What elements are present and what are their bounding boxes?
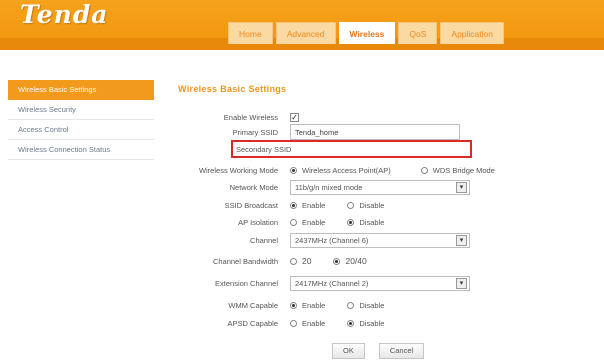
page-title: Wireless Basic Settings [178, 84, 287, 94]
radio-ap-mode-label: Wireless Access Point(AP) [302, 165, 391, 175]
network-mode-value: 11b/g/n mixed mode [295, 182, 363, 192]
radio-label: Enable [302, 200, 326, 210]
enable-wireless-checkbox[interactable]: ✓ [290, 112, 299, 122]
radio-label: Disable [359, 200, 385, 210]
channel-label: Channel [250, 235, 278, 245]
radio-unselected-icon [290, 218, 297, 226]
sidebar-item-access-control[interactable]: Access Control [8, 120, 154, 140]
radio-label: Disable [359, 217, 385, 227]
channel-bandwidth-label: Channel Bandwidth [212, 256, 278, 266]
ap-isolation-label: AP Isolation [238, 217, 278, 227]
row-secondary-ssid: Secondary SSID [160, 140, 458, 158]
radio-unselected-icon [347, 301, 355, 309]
row-ap-isolation: AP Isolation Enable Disable [160, 213, 406, 231]
radio-selected-icon [290, 166, 297, 174]
radio-unselected-icon [420, 166, 428, 174]
radio-wmm-disable[interactable]: Disable [347, 301, 384, 310]
primary-ssid-label: Primary SSID [232, 127, 278, 137]
row-channel: Channel 2437MHz (Channel 6) ▾ [160, 231, 470, 249]
radio-label: Enable [302, 318, 326, 328]
radio-label: Enable [302, 300, 326, 310]
enable-wireless-label: Enable Wireless [223, 112, 278, 122]
check-icon: ✓ [291, 112, 298, 122]
radio-bandwidth-20-40[interactable]: 20/40 [333, 256, 367, 266]
tab-advanced[interactable]: Advanced [275, 22, 336, 44]
wmm-capable-label: WMM Capable [228, 300, 278, 310]
sidebar-item-wireless-basic-settings[interactable]: Wireless Basic Settings [8, 80, 154, 100]
radio-label: Enable [302, 217, 326, 227]
row-network-mode: Network Mode 11b/g/n mixed mode ▾ [160, 178, 470, 196]
working-mode-label: Wireless Working Mode [198, 165, 278, 175]
extension-channel-value: 2417MHz (Channel 2) [295, 278, 369, 288]
radio-apsd-disable[interactable]: Disable [347, 319, 384, 328]
main-nav-tabs: Home Advanced Wireless QoS Application [228, 22, 507, 44]
radio-wds-bridge-mode[interactable]: WDS Bridge Mode [420, 165, 495, 175]
radio-selected-icon [347, 218, 355, 226]
chevron-down-icon: ▾ [456, 181, 467, 193]
primary-ssid-input[interactable] [290, 124, 460, 140]
row-ssid-broadcast: SSID Broadcast Enable Disable [160, 196, 406, 214]
ok-button[interactable]: OK [332, 343, 365, 359]
chevron-down-icon: ▾ [456, 277, 467, 289]
radio-unselected-icon [347, 201, 355, 209]
radio-ap-mode[interactable]: Wireless Access Point(AP) [290, 166, 391, 175]
tab-application[interactable]: Application [440, 22, 504, 44]
radio-label: Disable [359, 300, 385, 310]
row-extension-channel: Extension Channel 2417MHz (Channel 2) ▾ [160, 274, 470, 292]
tenda-logo: Tenda [20, 0, 109, 29]
secondary-ssid-input[interactable] [297, 142, 458, 156]
network-mode-label: Network Mode [229, 182, 278, 192]
secondary-ssid-label: Secondary SSID [236, 144, 292, 154]
chevron-down-icon: ▾ [456, 234, 467, 246]
radio-apsd-enable[interactable]: Enable [290, 319, 325, 328]
radio-selected-icon [347, 319, 355, 327]
cancel-button[interactable]: Cancel [378, 343, 425, 359]
row-channel-bandwidth: Channel Bandwidth 20 20/40 [160, 252, 389, 270]
radio-ap-isolation-enable[interactable]: Enable [290, 218, 325, 227]
sidebar: Wireless Basic Settings Wireless Securit… [8, 80, 154, 160]
row-working-mode: Wireless Working Mode Wireless Access Po… [160, 161, 517, 179]
sidebar-item-wireless-security[interactable]: Wireless Security [8, 100, 154, 120]
tab-home[interactable]: Home [228, 22, 273, 44]
radio-selected-icon [290, 201, 297, 209]
radio-unselected-icon [290, 257, 297, 265]
row-apsd-capable: APSD Capable Enable Disable [160, 314, 406, 332]
radio-label: 20/40 [345, 256, 367, 266]
radio-wmm-enable[interactable]: Enable [290, 301, 325, 310]
radio-label: Disable [359, 318, 385, 328]
radio-selected-icon [333, 257, 341, 265]
row-primary-ssid: Primary SSID [160, 123, 460, 141]
apsd-capable-label: APSD Capable [227, 318, 278, 328]
top-header: Tenda Home Advanced Wireless QoS Applica… [0, 0, 604, 50]
row-wmm-capable: WMM Capable Enable Disable [160, 296, 406, 314]
radio-selected-icon [290, 301, 297, 309]
radio-label: 20 [302, 256, 312, 266]
radio-unselected-icon [290, 319, 297, 327]
form-buttons: OK Cancel [332, 342, 438, 360]
ssid-broadcast-label: SSID Broadcast [224, 200, 278, 210]
extension-channel-select[interactable]: 2417MHz (Channel 2) ▾ [290, 275, 470, 291]
radio-ssid-broadcast-enable[interactable]: Enable [290, 201, 325, 210]
tab-wireless[interactable]: Wireless [338, 22, 396, 44]
channel-value: 2437MHz (Channel 6) [295, 235, 369, 245]
sidebar-item-wireless-connection-status[interactable]: Wireless Connection Status [8, 140, 154, 160]
radio-bandwidth-20[interactable]: 20 [290, 256, 311, 266]
channel-select[interactable]: 2437MHz (Channel 6) ▾ [290, 232, 470, 248]
radio-wds-label: WDS Bridge Mode [432, 165, 495, 175]
extension-channel-label: Extension Channel [215, 278, 278, 288]
network-mode-select[interactable]: 11b/g/n mixed mode ▾ [290, 179, 470, 195]
tab-qos[interactable]: QoS [398, 22, 438, 44]
radio-ap-isolation-disable[interactable]: Disable [347, 218, 384, 227]
radio-ssid-broadcast-disable[interactable]: Disable [347, 201, 384, 210]
